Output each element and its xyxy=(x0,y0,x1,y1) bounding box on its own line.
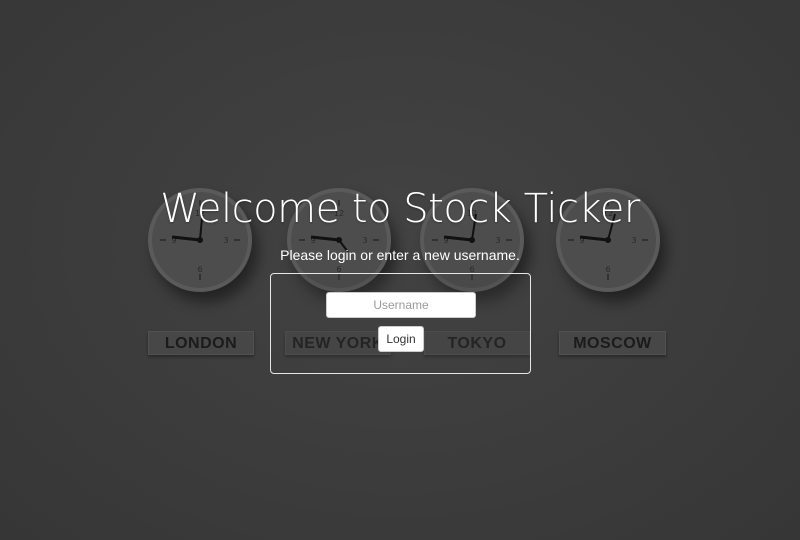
svg-text:3: 3 xyxy=(362,236,367,245)
page-subtitle: Please login or enter a new username. xyxy=(280,247,520,263)
login-form: Login xyxy=(270,273,531,374)
login-button[interactable]: Login xyxy=(378,326,424,352)
city-label-london: LONDON xyxy=(148,331,254,355)
svg-text:3: 3 xyxy=(631,236,636,245)
svg-text:6: 6 xyxy=(605,265,610,274)
username-input[interactable] xyxy=(326,292,476,318)
svg-text:3: 3 xyxy=(495,236,500,245)
page-title: Welcome to Stock Ticker xyxy=(160,186,640,232)
login-page: 12 3 6 9 12 3 6 9 12 3 6 9 12 3 6 9 LOND… xyxy=(0,0,800,540)
city-label-moscow: MOSCOW xyxy=(559,331,666,355)
svg-text:6: 6 xyxy=(197,265,202,274)
svg-text:3: 3 xyxy=(223,236,228,245)
